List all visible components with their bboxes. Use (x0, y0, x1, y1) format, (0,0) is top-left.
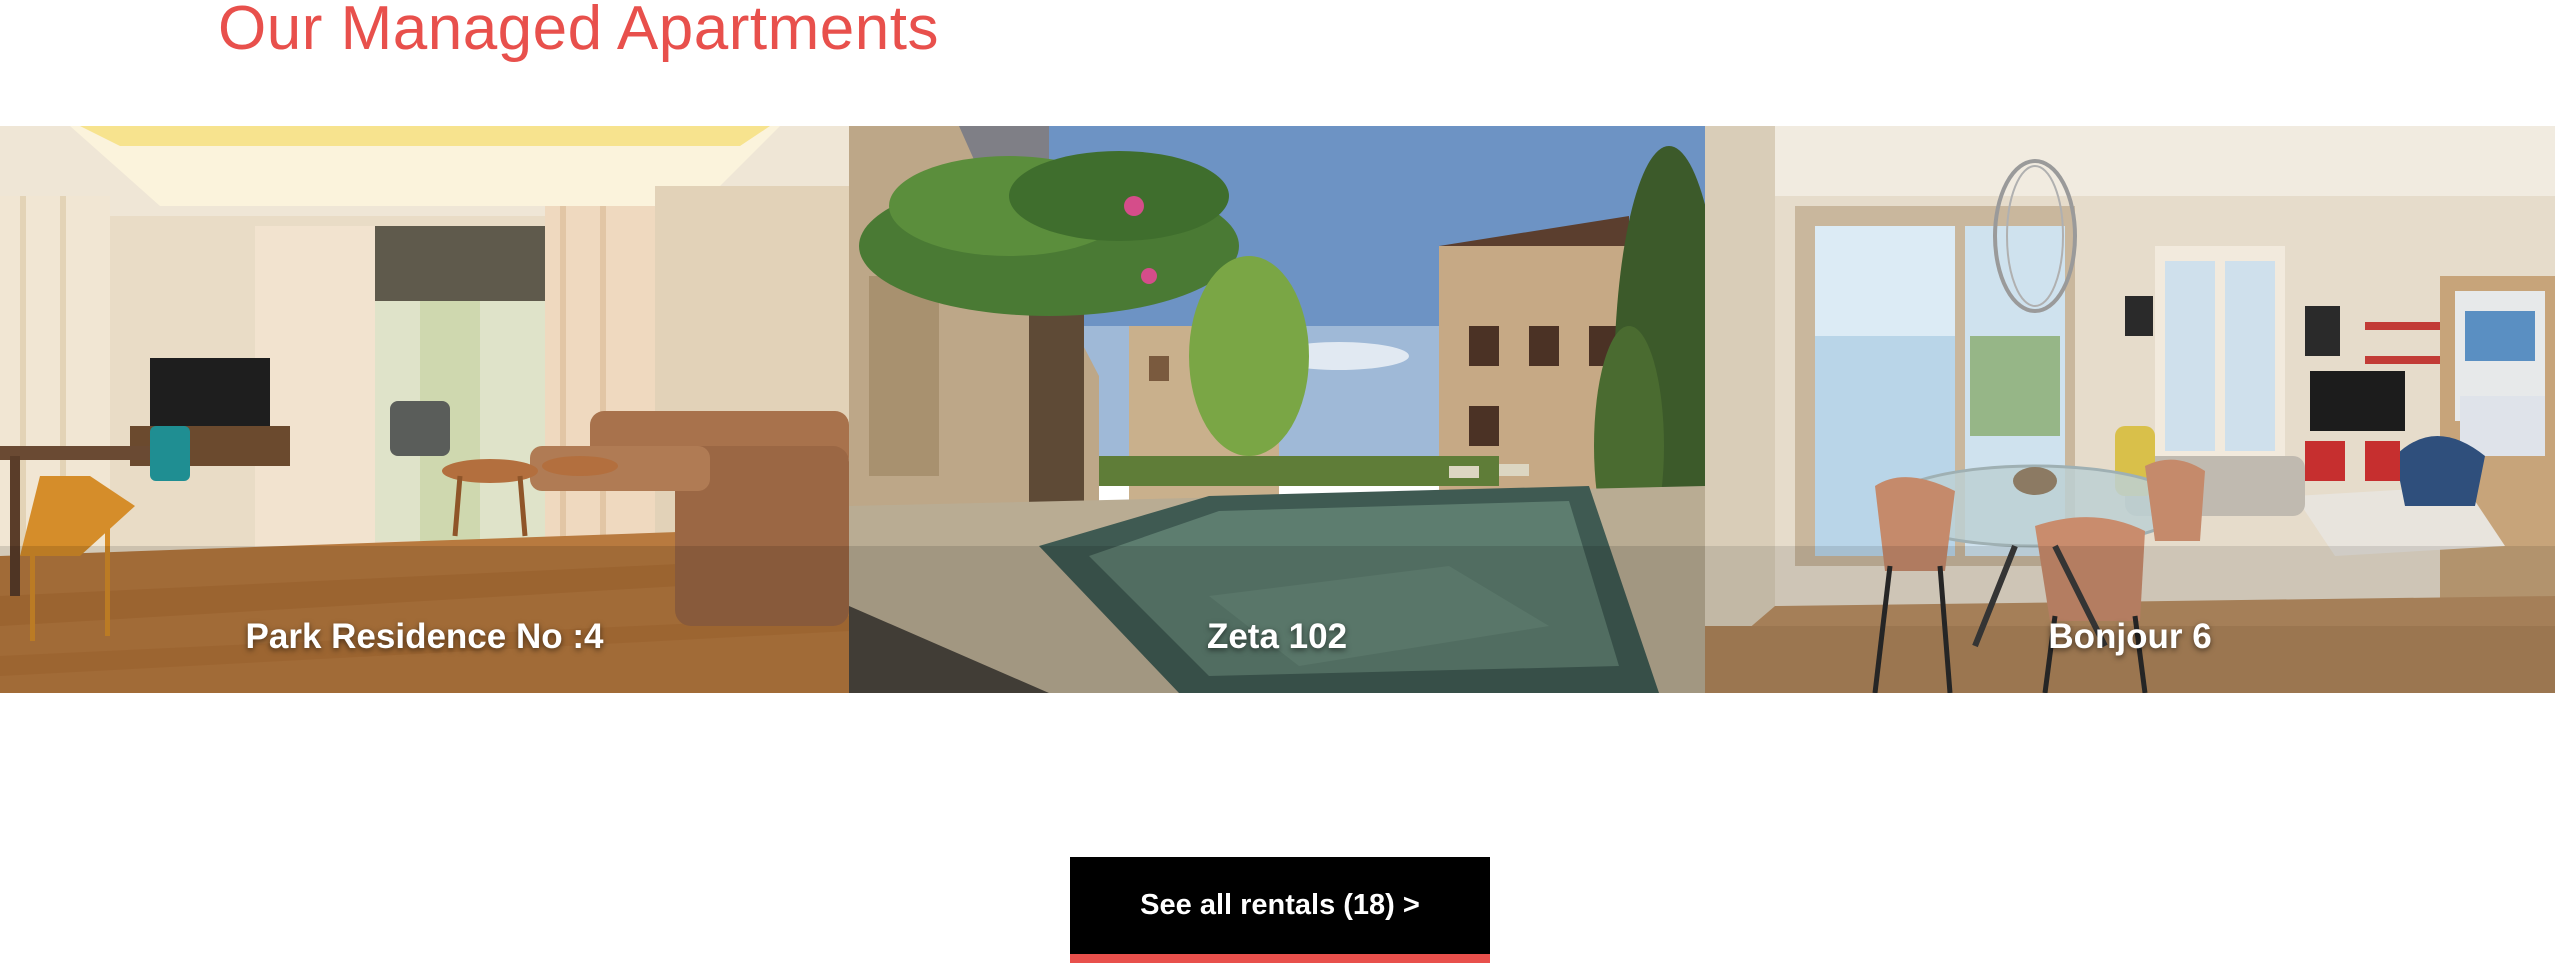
managed-apartments-section: Our Managed Apartments Park Residence No… (0, 0, 2555, 963)
see-all-rentals-button[interactable]: See all rentals (18) > (1070, 857, 1490, 963)
dining-living-photo (1705, 126, 2555, 693)
section-title: Our Managed Apartments (218, 0, 939, 63)
apartment-name: Zeta 102 (1206, 617, 1348, 656)
living-room-photo (0, 126, 849, 693)
apartment-card-bonjour-6[interactable]: Bonjour 6 (1705, 126, 2555, 693)
apartment-gallery: Park Residence No :4 Zeta 102 Bonjour 6 (0, 126, 2555, 693)
apartment-card-park-residence[interactable]: Park Residence No :4 (0, 126, 849, 693)
pool-courtyard-photo (849, 126, 1705, 693)
apartment-name: Park Residence No :4 (245, 617, 604, 656)
apartment-name: Bonjour 6 (2048, 617, 2212, 656)
apartment-card-zeta-102[interactable]: Zeta 102 (849, 126, 1705, 693)
